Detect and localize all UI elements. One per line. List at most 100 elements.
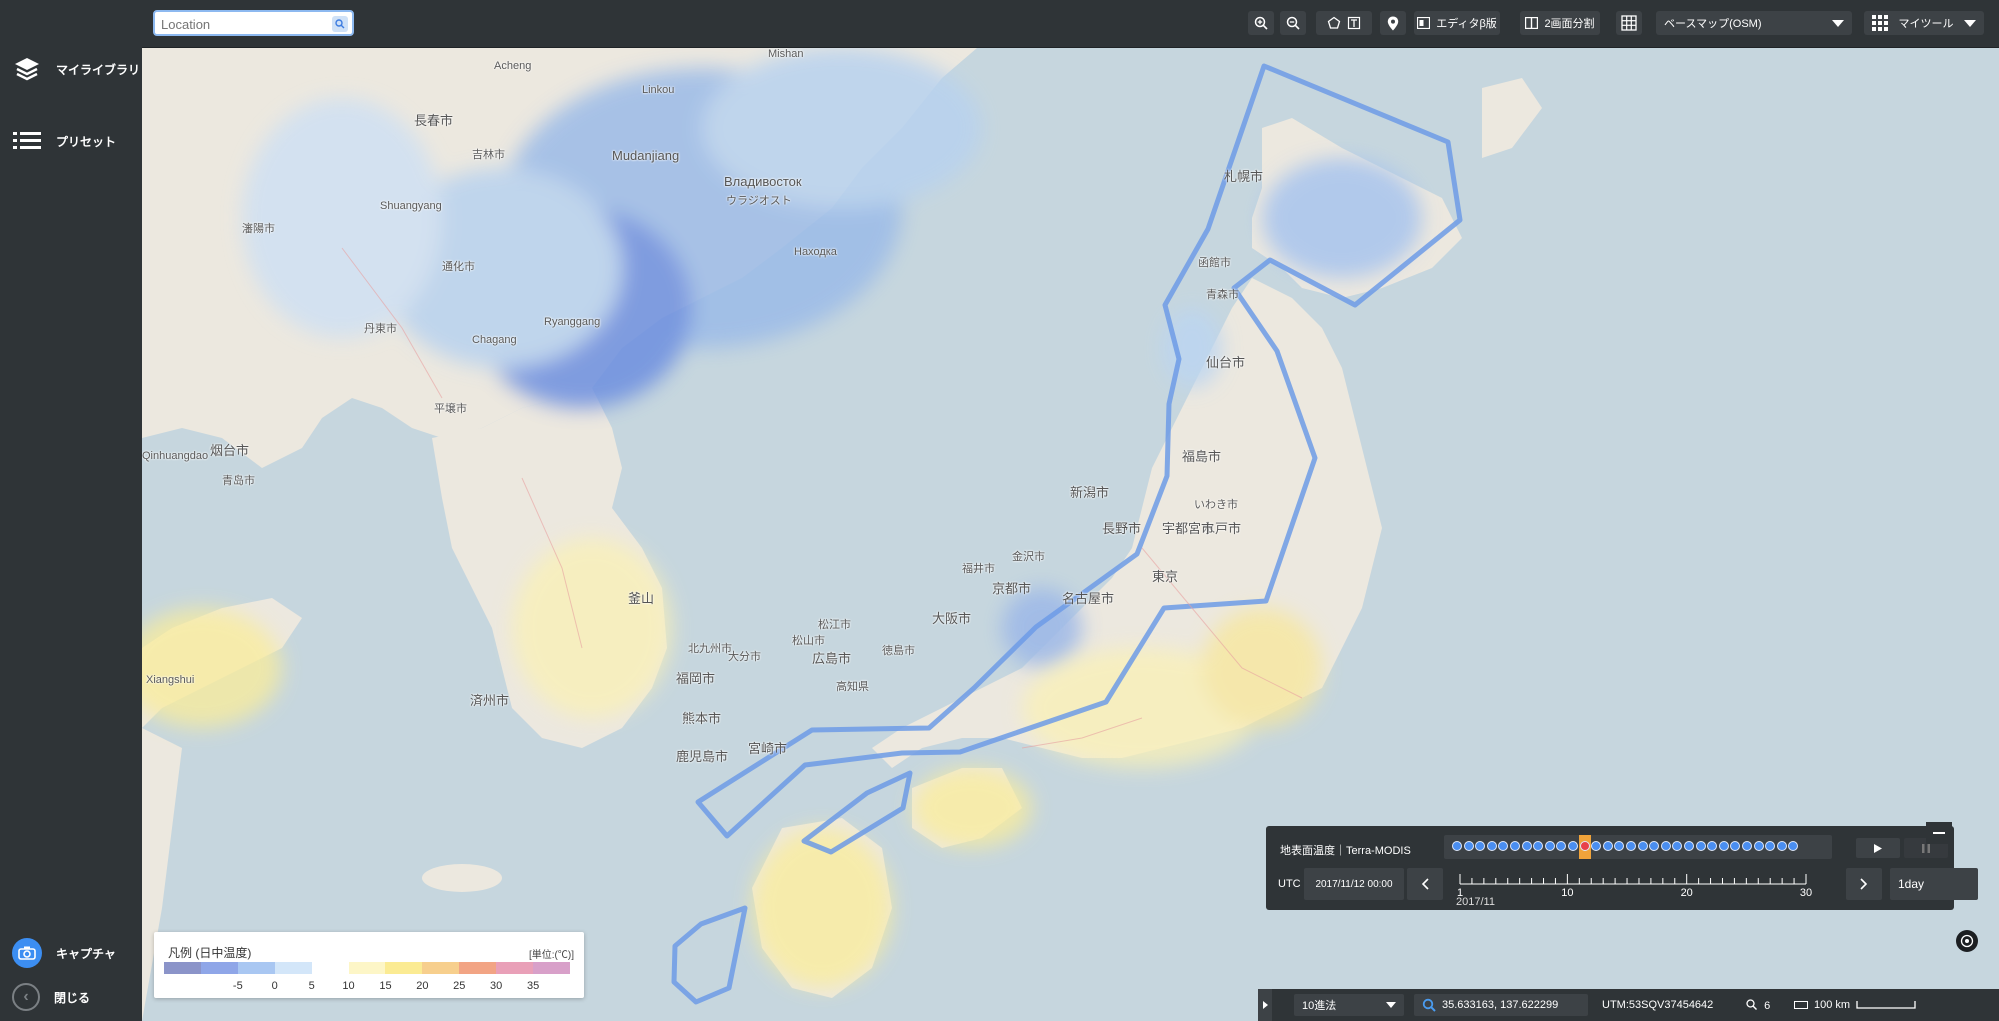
basemap-select[interactable]: ベースマップ(OSM) [1656, 11, 1852, 35]
chevron-down-icon [1964, 19, 1976, 27]
sidebar-item-capture[interactable]: キャプチャ [12, 938, 116, 968]
text-icon[interactable] [1347, 16, 1361, 30]
date-dot[interactable] [1533, 841, 1544, 851]
legend-tick-label: 5 [308, 980, 315, 992]
date-dot[interactable] [1498, 841, 1509, 851]
zoom-out-button[interactable] [1280, 11, 1306, 35]
zoom-in-button[interactable] [1248, 11, 1274, 35]
editor-button[interactable]: エディタβ版 [1414, 11, 1500, 35]
split-screen-icon [1525, 17, 1539, 29]
date-dot[interactable] [1475, 841, 1486, 851]
chevron-left-icon: ‹ [12, 983, 40, 1011]
place-label: 鹿児島市 [676, 749, 729, 764]
legend-tick-label: 20 [416, 980, 429, 992]
date-dot[interactable] [1602, 841, 1613, 851]
coordinate-format-select[interactable]: 10進法 [1294, 994, 1404, 1016]
sidebar-item-library[interactable]: マイライブラリ [12, 54, 140, 84]
legend-title: 凡例 (日中温度) [168, 946, 252, 960]
date-dot[interactable] [1637, 841, 1648, 851]
apps-grid-icon [1872, 15, 1888, 31]
sidebar-item-preset[interactable]: プリセット [12, 126, 116, 156]
date-dot[interactable] [1452, 841, 1462, 851]
split-screen-button[interactable]: 2画面分割 [1520, 11, 1600, 35]
date-dot[interactable] [1776, 841, 1787, 851]
coordinate-display[interactable]: 35.633163, 137.622299 [1414, 994, 1588, 1016]
legend-ticks: -5 0 5 10 15 20 25 30 35 [164, 980, 570, 992]
legend-color-swatch [237, 962, 275, 974]
next-date-button[interactable] [1846, 868, 1882, 900]
place-label: ウラジオスト [726, 195, 792, 207]
zoom-level-value: 6 [1764, 1000, 1771, 1012]
place-label: 宇都宮市 [1162, 521, 1215, 536]
editor-icon [1417, 17, 1431, 29]
place-label: 福島市 [1182, 449, 1222, 464]
date-dot[interactable] [1672, 841, 1683, 851]
marker-button[interactable] [1380, 11, 1406, 35]
date-dot[interactable] [1626, 841, 1636, 851]
sidebar-item-library-label: マイライブラリ [56, 62, 141, 77]
sidebar-item-preset-label: プリセット [56, 134, 117, 149]
date-dot[interactable] [1788, 841, 1799, 851]
date-dot[interactable] [1695, 841, 1706, 851]
date-dot[interactable] [1568, 841, 1578, 851]
ruler-icon [1794, 1001, 1808, 1009]
minimize-button[interactable] [1926, 822, 1952, 844]
date-dot[interactable] [1753, 841, 1764, 851]
chevron-right-icon [1860, 878, 1868, 890]
camera-icon [12, 938, 42, 968]
search-icon[interactable] [332, 16, 348, 32]
utm-code: UTM:53SQV37454642 [1602, 999, 1714, 1011]
date-dot[interactable] [1521, 841, 1532, 851]
temperature-legend: 凡例 (日中温度) [単位:(℃)] -5 0 5 10 15 20 25 30 35 [154, 932, 584, 998]
datetime-field[interactable]: 2017/11/12 00:00 [1304, 868, 1404, 900]
date-dot[interactable] [1660, 841, 1671, 851]
legend-unit: [単位:(℃)] [529, 950, 574, 961]
date-dot[interactable] [1556, 841, 1567, 851]
grid-button[interactable] [1616, 11, 1642, 35]
date-dot[interactable] [1544, 841, 1555, 851]
place-label: 平壌市 [434, 403, 467, 415]
zoom-out-icon [1286, 16, 1300, 30]
compass-icon[interactable] [1956, 930, 1978, 952]
polygon-icon[interactable] [1327, 16, 1341, 30]
place-label: 吉林市 [472, 149, 505, 161]
date-availability-bar[interactable] [1444, 835, 1832, 859]
date-scale[interactable]: 1 10 20 30 [1456, 868, 1836, 904]
place-label: 通化市 [442, 261, 475, 273]
legend-tick-label: 0 [271, 980, 278, 992]
date-dot[interactable] [1730, 841, 1741, 851]
legend-color-swatch [533, 962, 570, 974]
date-dot[interactable] [1649, 841, 1660, 851]
place-label: 東京 [1152, 569, 1179, 584]
date-dot[interactable] [1742, 841, 1752, 851]
legend-color-swatch [311, 962, 349, 974]
date-dot[interactable] [1510, 841, 1520, 851]
date-dot[interactable] [1765, 841, 1776, 851]
place-label: 福井市 [962, 563, 995, 575]
grid-icon [1621, 15, 1637, 31]
place-label: 札幌市 [1224, 169, 1264, 184]
layers-icon [12, 54, 42, 84]
statusbar-toggle[interactable] [1258, 989, 1272, 1021]
editor-button-label: エディタβ版 [1436, 18, 1497, 30]
legend-color-swatch [459, 962, 497, 974]
legend-tick-label: -5 [232, 980, 243, 992]
play-button[interactable] [1856, 838, 1900, 858]
date-dot[interactable] [1486, 841, 1497, 851]
sidebar-item-close[interactable]: ‹ 閉じる [12, 983, 90, 1011]
place-label: 松江市 [818, 619, 851, 631]
date-dot[interactable] [1463, 841, 1474, 851]
place-label: Mishan [768, 48, 804, 60]
date-dot[interactable] [1579, 841, 1590, 851]
date-dot[interactable] [1614, 841, 1625, 851]
mytool-menu[interactable]: マイツール [1864, 11, 1984, 35]
search-box [153, 10, 354, 36]
date-dot[interactable] [1707, 841, 1718, 851]
search-input[interactable] [161, 15, 321, 33]
date-dot[interactable] [1591, 841, 1602, 851]
place-label: 松山市 [792, 635, 825, 647]
date-dot[interactable] [1684, 841, 1694, 851]
interval-select[interactable]: 1day [1890, 868, 1978, 900]
previous-date-button[interactable] [1407, 868, 1443, 900]
date-dot[interactable] [1718, 841, 1729, 851]
